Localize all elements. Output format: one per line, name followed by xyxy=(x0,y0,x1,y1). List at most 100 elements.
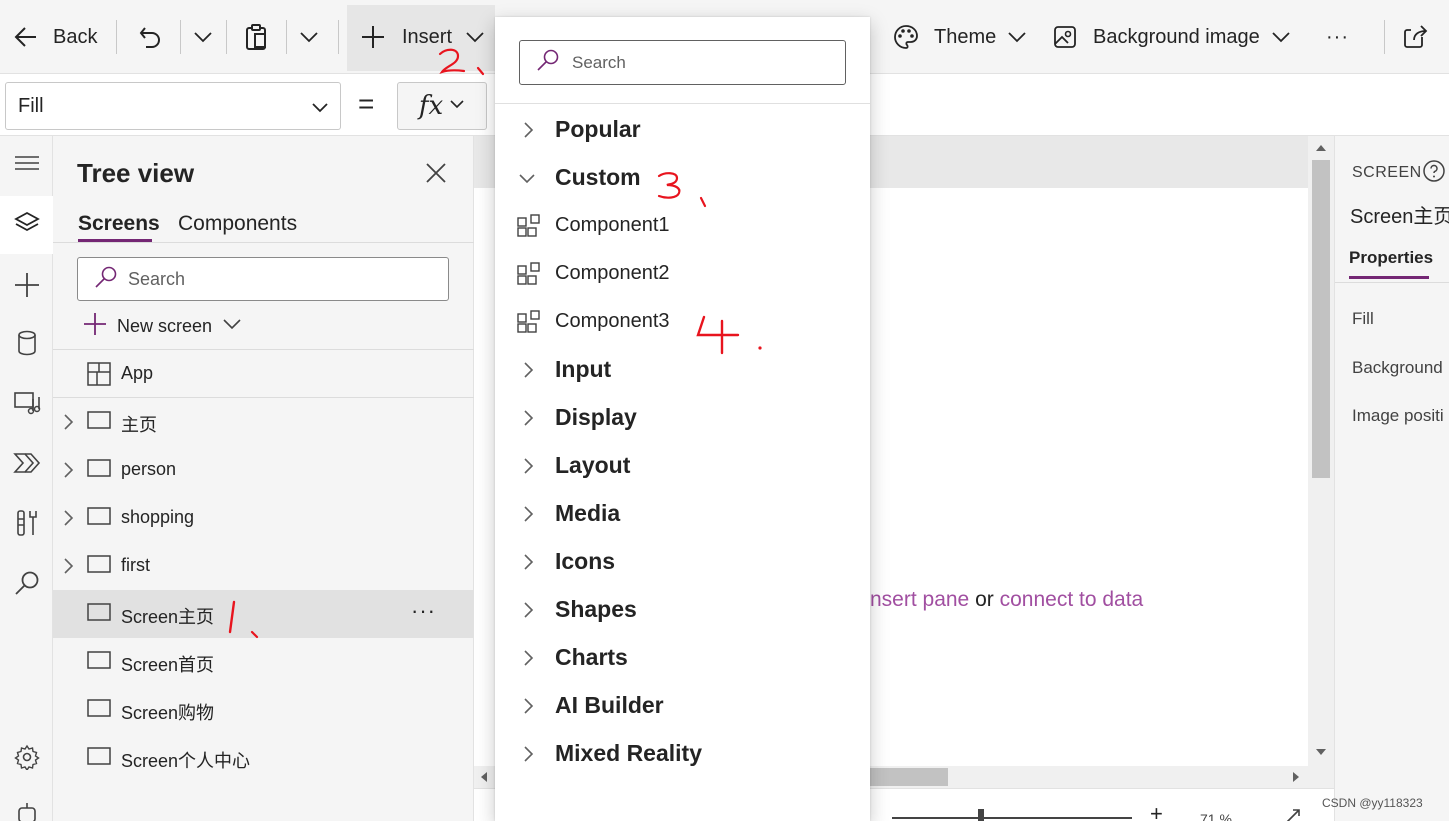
menu-button[interactable] xyxy=(0,136,53,194)
tab-properties[interactable]: Properties xyxy=(1349,248,1433,268)
scroll-down-icon[interactable] xyxy=(1315,748,1327,756)
component-item[interactable]: Component2 xyxy=(495,250,870,298)
zoom-in-button[interactable]: + xyxy=(1150,801,1163,821)
category-layout[interactable]: Layout xyxy=(495,442,870,490)
vertical-scrollbar[interactable] xyxy=(1308,136,1334,766)
tree-item-screen[interactable]: shopping xyxy=(53,494,474,542)
chevron-right-icon[interactable] xyxy=(61,413,75,436)
fx-button[interactable]: fx xyxy=(397,82,487,130)
power-automate-button[interactable] xyxy=(0,436,53,494)
category-label: Input xyxy=(555,356,612,382)
tree-item-label: person xyxy=(121,459,177,479)
category-charts[interactable]: Charts xyxy=(495,634,870,682)
theme-button[interactable]: Theme xyxy=(892,0,1028,74)
chevron-right-icon[interactable] xyxy=(61,461,75,484)
advanced-tools-button[interactable] xyxy=(0,496,53,554)
settings-button[interactable] xyxy=(0,730,53,788)
plus-icon xyxy=(83,312,107,341)
help-button[interactable] xyxy=(1422,159,1446,188)
properties-pane: SCREEN Screen主页 Properties Fill Backgrou… xyxy=(1334,136,1449,821)
category-input[interactable]: Input xyxy=(495,346,870,394)
component-item[interactable]: Component1 xyxy=(495,202,870,250)
paste-button[interactable] xyxy=(244,0,270,74)
insert-search-input[interactable]: Search xyxy=(519,40,846,85)
category-display[interactable]: Display xyxy=(495,394,870,442)
category-custom[interactable]: Custom xyxy=(495,154,870,202)
tree-item-app[interactable]: App xyxy=(53,350,474,398)
tree-item-screen[interactable]: 主页 xyxy=(53,398,474,446)
fit-to-window-icon[interactable] xyxy=(1284,807,1302,821)
insert-rail-button[interactable] xyxy=(0,258,53,316)
chevron-down-icon xyxy=(449,96,465,117)
screen-icon xyxy=(87,746,111,771)
chevron-right-icon[interactable] xyxy=(61,557,75,580)
category-ai-builder[interactable]: AI Builder xyxy=(495,682,870,730)
media-button[interactable] xyxy=(0,376,53,434)
chevron-right-icon[interactable] xyxy=(61,509,75,532)
paste-dropdown-button[interactable] xyxy=(298,0,320,74)
tree-view-button[interactable] xyxy=(0,196,53,254)
zoom-slider[interactable] xyxy=(892,817,1132,819)
category-mixed-reality[interactable]: Mixed Reality xyxy=(495,730,870,778)
new-screen-button[interactable]: New screen xyxy=(83,312,242,341)
component-icon xyxy=(517,310,541,339)
toolbar-divider xyxy=(286,20,287,54)
insert-pane-link[interactable]: nsert pane xyxy=(870,588,969,611)
chevron-right-icon xyxy=(521,409,535,432)
zoom-slider-thumb[interactable] xyxy=(978,809,984,821)
category-media[interactable]: Media xyxy=(495,490,870,538)
tree-item-screen[interactable]: Screen首页 xyxy=(53,638,474,686)
category-label: Shapes xyxy=(555,596,637,622)
undo-dropdown-button[interactable] xyxy=(192,0,214,74)
tab-components[interactable]: Components xyxy=(178,212,297,236)
selected-screen-name: Screen主页 xyxy=(1350,206,1449,228)
background-image-button[interactable]: Background image xyxy=(1052,0,1292,74)
more-options-button[interactable]: ··· xyxy=(411,598,436,624)
component-item[interactable]: Component3 xyxy=(495,298,870,346)
category-label: Media xyxy=(555,500,621,526)
more-commands-button[interactable]: ··· xyxy=(1326,0,1349,74)
scroll-up-icon[interactable] xyxy=(1315,144,1327,152)
active-tab-indicator xyxy=(1349,276,1429,279)
search-rail-button[interactable] xyxy=(0,556,53,614)
arrow-left-icon xyxy=(12,23,40,51)
undo-icon xyxy=(138,24,164,50)
connect-to-data-link[interactable]: connect to data xyxy=(1000,588,1144,611)
layers-icon xyxy=(13,209,41,242)
tab-screens[interactable]: Screens xyxy=(78,212,160,236)
tree-item-screen[interactable]: person xyxy=(53,446,474,494)
scroll-right-icon[interactable] xyxy=(1292,771,1300,783)
tree-item-screen[interactable]: Screen购物 xyxy=(53,686,474,734)
clipboard-icon xyxy=(244,23,270,51)
insert-button[interactable]: Insert xyxy=(360,0,486,74)
tree-item-screen-selected[interactable]: Screen主页 ··· xyxy=(53,590,474,638)
new-screen-label: New screen xyxy=(117,316,213,336)
category-popular[interactable]: Popular xyxy=(495,106,870,154)
data-button[interactable] xyxy=(0,316,53,374)
category-label: Mixed Reality xyxy=(555,740,702,766)
chevron-down-icon xyxy=(464,26,486,48)
horizontal-scroll-thumb[interactable] xyxy=(868,768,948,786)
scroll-left-icon[interactable] xyxy=(480,771,488,783)
property-dropdown[interactable]: Fill xyxy=(5,82,341,130)
help-icon xyxy=(1422,160,1446,187)
undo-button[interactable] xyxy=(138,0,164,74)
tree-item-screen[interactable]: first xyxy=(53,542,474,590)
tree-item-screen[interactable]: Screen个人中心 xyxy=(53,734,474,782)
database-icon xyxy=(15,329,39,362)
toolbar-divider xyxy=(116,20,117,54)
share-button[interactable] xyxy=(1402,0,1430,74)
category-icons[interactable]: Icons xyxy=(495,538,870,586)
close-button[interactable] xyxy=(425,162,447,189)
tree-item-label: shopping xyxy=(121,507,195,527)
chevron-down-icon xyxy=(222,314,242,339)
bot-icon xyxy=(15,801,39,821)
tree-item-label: 主页 xyxy=(121,415,157,435)
back-button[interactable]: Back xyxy=(12,0,97,74)
virtual-agent-button[interactable] xyxy=(0,786,53,821)
tree-view-pane: Tree view Screens Components Search New … xyxy=(53,136,474,821)
component-icon xyxy=(517,262,541,291)
category-shapes[interactable]: Shapes xyxy=(495,586,870,634)
vertical-scroll-thumb[interactable] xyxy=(1312,160,1330,478)
tree-search-input[interactable]: Search xyxy=(77,257,449,301)
